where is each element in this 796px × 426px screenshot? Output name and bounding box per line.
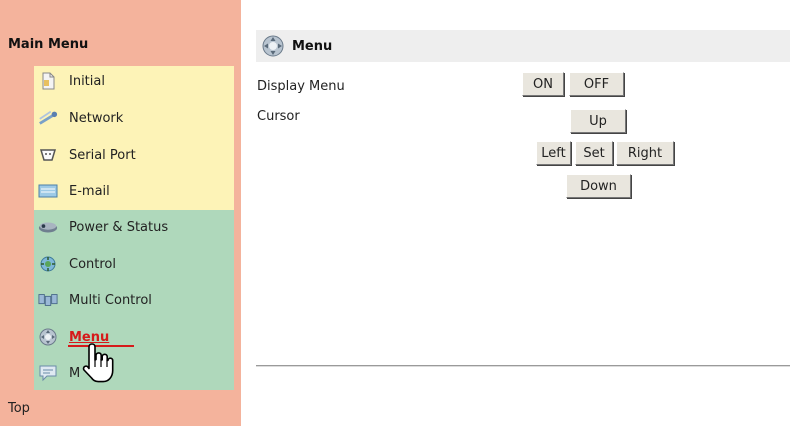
display-on-button[interactable]: ON <box>522 72 564 96</box>
display-off-button[interactable]: OFF <box>569 72 624 96</box>
display-menu-label: Display Menu <box>257 79 345 94</box>
network-icon <box>38 109 58 127</box>
content-divider <box>256 365 790 367</box>
menu-icon <box>38 328 58 346</box>
sidebar-item-network[interactable]: Network <box>36 105 232 131</box>
top-link[interactable]: Top <box>8 401 30 416</box>
sidebar-item-label: E-mail <box>69 183 110 199</box>
email-icon <box>38 182 58 200</box>
sidebar-item-label: Power & Status <box>69 219 169 235</box>
cursor-up-button[interactable]: Up <box>570 109 626 133</box>
page-title: Menu <box>292 38 333 54</box>
page-header: Menu <box>256 30 790 62</box>
sidebar-item-email[interactable]: E-mail <box>36 178 232 204</box>
menu-icon <box>260 35 286 57</box>
sidebar-item-label: Multi Control <box>69 292 152 308</box>
document-icon <box>38 72 58 90</box>
serial-port-icon <box>38 146 58 164</box>
sidebar-item-multi-control[interactable]: Multi Control <box>36 287 232 313</box>
cursor-right-button[interactable]: Right <box>616 141 674 165</box>
sidebar-title: Main Menu <box>8 37 89 52</box>
sidebar-item-label: Control <box>69 256 116 272</box>
sidebar-item-initial[interactable]: Initial <box>36 68 232 94</box>
sidebar-item-menu[interactable]: Menu <box>36 324 232 350</box>
cursor-left-button[interactable]: Left <box>536 141 571 165</box>
cursor-set-button[interactable]: Set <box>575 141 613 165</box>
sidebar-item-control[interactable]: Control <box>36 251 232 277</box>
multi-control-icon <box>38 291 58 309</box>
sidebar-item-message[interactable]: M <box>36 360 232 386</box>
sidebar-item-label: Network <box>69 110 124 126</box>
sidebar-item-serial-port[interactable]: Serial Port <box>36 142 232 168</box>
power-icon <box>38 218 58 236</box>
sidebar-item-label: Initial <box>69 73 105 89</box>
hand-pointer-icon <box>81 341 117 387</box>
message-icon <box>38 364 58 382</box>
control-icon <box>38 255 58 273</box>
cursor-label: Cursor <box>257 109 300 124</box>
sidebar-item-label: Serial Port <box>69 147 136 163</box>
sidebar-item-power-status[interactable]: Power & Status <box>36 214 232 240</box>
sidebar-item-label: M <box>69 365 81 381</box>
cursor-down-button[interactable]: Down <box>566 174 631 198</box>
sidebar: Main Menu Initial Network Serial Port E-… <box>0 0 241 426</box>
